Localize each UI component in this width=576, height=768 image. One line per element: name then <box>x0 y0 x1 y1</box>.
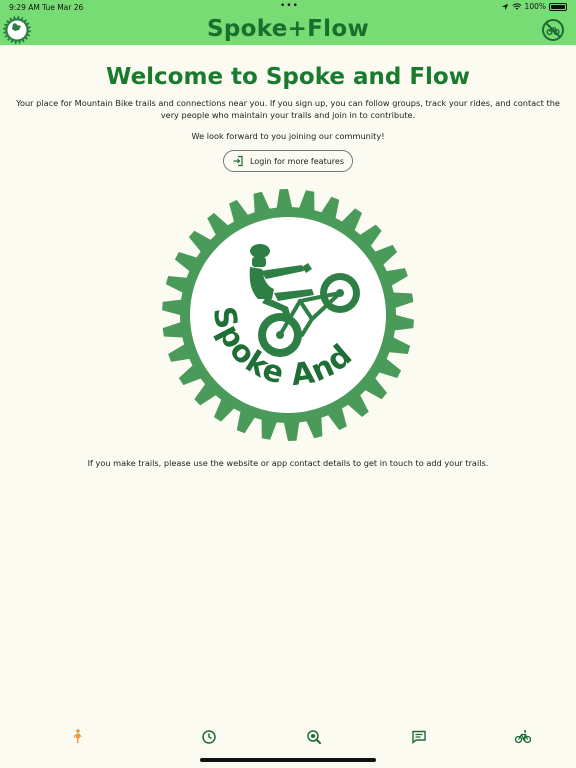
status-date: Tue Mar 26 <box>42 3 84 12</box>
clock-icon <box>200 728 220 746</box>
battery-percent: 100% <box>524 2 546 11</box>
bicycle-icon <box>514 728 534 746</box>
tab-rides[interactable] <box>514 728 534 748</box>
tab-explore[interactable] <box>69 728 89 748</box>
community-text: We look forward to you joining our commu… <box>191 131 385 141</box>
welcome-heading: Welcome to Spoke and Flow <box>106 64 470 90</box>
login-button-label: Login for more features <box>250 156 344 166</box>
home-indicator[interactable] <box>200 758 376 762</box>
tab-messages[interactable] <box>410 728 430 748</box>
location-arrow-icon <box>501 3 509 11</box>
trail-contact-note: If you make trails, please use the websi… <box>87 458 489 468</box>
battery-icon <box>549 2 567 11</box>
status-bar: 9:29 AM Tue Mar 26 ••• 100% <box>0 0 576 14</box>
map-search-icon <box>305 728 325 746</box>
status-time: 9:29 AM <box>9 3 40 12</box>
no-bike-icon[interactable] <box>541 18 565 42</box>
login-button[interactable]: Login for more features <box>223 150 353 172</box>
tab-history[interactable] <box>200 728 220 748</box>
multitasking-dots[interactable]: ••• <box>280 1 299 11</box>
tab-bar <box>0 722 576 752</box>
app-title: Spoke+Flow <box>206 16 370 42</box>
status-indicators: 100% <box>501 2 567 11</box>
tab-trail-search[interactable] <box>305 728 325 748</box>
wifi-icon <box>512 2 522 11</box>
chat-icon <box>410 728 430 746</box>
spoke-and-flow-logo: Spoke And Flow <box>148 162 414 441</box>
intro-text: Your place for Mountain Bike trails and … <box>16 98 560 120</box>
login-icon <box>232 155 244 167</box>
hiker-icon <box>69 728 89 746</box>
